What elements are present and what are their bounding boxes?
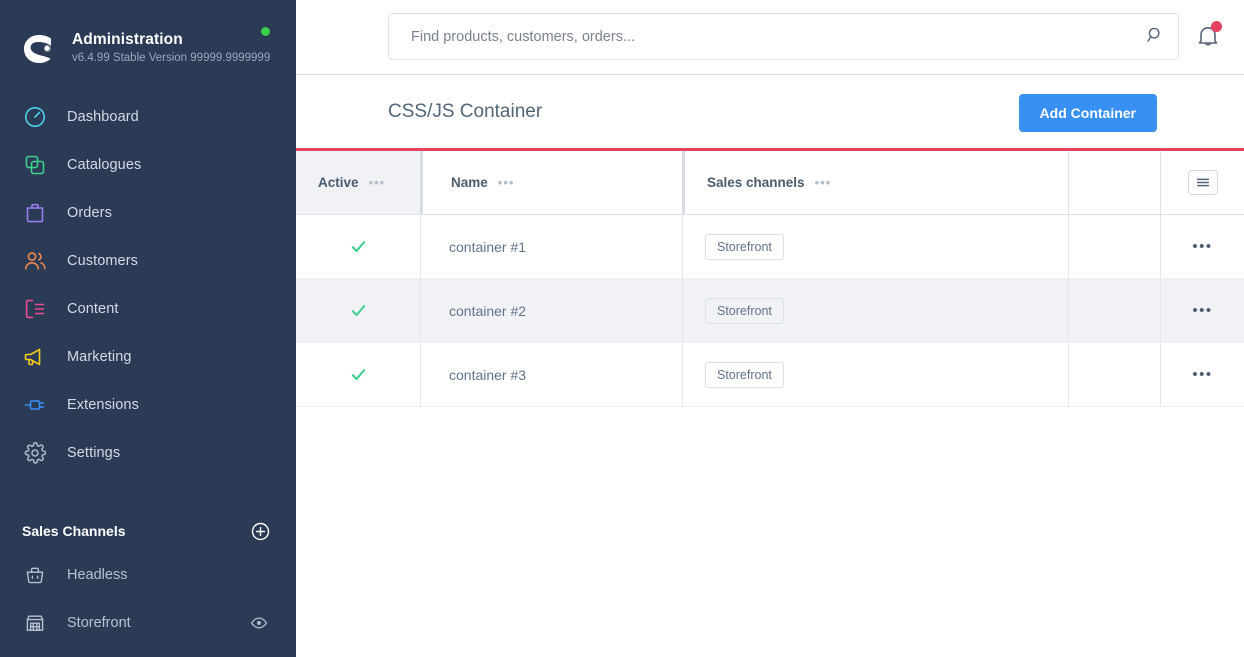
column-header-settings — [1160, 151, 1244, 214]
column-menu-icon[interactable]: ••• — [815, 175, 832, 190]
table-row[interactable]: container #3 Storefront ••• — [296, 343, 1244, 407]
sales-channel-item-storefront[interactable]: Storefront — [0, 599, 296, 647]
column-menu-icon[interactable]: ••• — [369, 175, 386, 190]
add-container-button[interactable]: Add Container — [1018, 94, 1157, 132]
sidebar-item-label: Customers — [67, 253, 138, 269]
status-online-dot — [261, 27, 270, 36]
cell-spacer — [1068, 343, 1160, 406]
column-label: Name — [451, 175, 488, 190]
cell-name: container #1 — [420, 215, 682, 278]
main-content: CSS/JS Container Add Container Active ••… — [296, 0, 1244, 657]
orders-icon — [22, 200, 48, 226]
column-label: Active — [318, 175, 359, 190]
container-name: container #3 — [449, 366, 527, 383]
table-row[interactable]: container #2 Storefront ••• — [296, 279, 1244, 343]
sidebar-item-catalogues[interactable]: Catalogues — [0, 141, 296, 189]
cell-row-menu[interactable]: ••• — [1160, 215, 1244, 278]
cell-row-menu[interactable]: ••• — [1160, 279, 1244, 342]
notifications-button[interactable] — [1191, 19, 1225, 53]
sales-channel-label: Storefront — [67, 615, 131, 631]
column-header-spacer — [1068, 151, 1160, 214]
marketing-icon — [22, 344, 48, 370]
page-header: CSS/JS Container Add Container — [296, 75, 1244, 148]
row-context-menu-icon[interactable]: ••• — [1192, 302, 1212, 319]
catalogues-icon — [22, 152, 48, 178]
column-header-active[interactable]: Active ••• — [296, 151, 420, 214]
sales-channel-badge: Storefront — [705, 361, 784, 388]
cell-sales-channels: Storefront — [682, 215, 1068, 278]
checkmark-icon — [350, 302, 367, 319]
column-menu-icon[interactable]: ••• — [498, 175, 515, 190]
notification-badge — [1211, 21, 1222, 32]
sidebar-nav: Dashboard Catalogues Orders Customers Co… — [0, 93, 296, 477]
cell-sales-channels: Storefront — [682, 343, 1068, 406]
basket-icon — [24, 564, 46, 586]
sidebar-item-label: Catalogues — [67, 157, 142, 173]
sidebar-item-label: Extensions — [67, 397, 139, 413]
list-settings-icon[interactable] — [1187, 170, 1218, 195]
dashboard-icon — [22, 104, 48, 130]
sidebar-item-orders[interactable]: Orders — [0, 189, 296, 237]
cell-row-menu[interactable]: ••• — [1160, 343, 1244, 406]
sidebar-item-settings[interactable]: Settings — [0, 429, 296, 477]
sidebar-item-marketing[interactable]: Marketing — [0, 333, 296, 381]
column-header-sales-channels[interactable]: Sales channels ••• — [682, 151, 1068, 214]
brand-version: v6.4.99 Stable Version 99999.9999999 — [72, 52, 271, 64]
search-bar[interactable] — [388, 13, 1158, 60]
search-button[interactable] — [1132, 13, 1179, 60]
sales-channels-header: Sales Channels — [0, 511, 296, 551]
shopware-logo-icon — [22, 32, 56, 66]
column-label: Sales channels — [707, 175, 805, 190]
cell-spacer — [1068, 215, 1160, 278]
top-bar — [296, 0, 1244, 75]
container-name: container #1 — [449, 238, 527, 255]
row-context-menu-icon[interactable]: ••• — [1192, 366, 1212, 383]
sidebar-item-label: Marketing — [67, 349, 132, 365]
table-body: container #1 Storefront ••• container #2… — [296, 215, 1244, 407]
cell-active — [296, 215, 420, 278]
brand-title: Administration — [72, 31, 183, 48]
column-header-name[interactable]: Name ••• — [420, 151, 682, 214]
search-input[interactable] — [389, 14, 1089, 59]
sidebar: Administration v6.4.99 Stable Version 99… — [0, 0, 296, 657]
sales-channels-title: Sales Channels — [22, 523, 126, 539]
search-icon — [1146, 25, 1165, 49]
cell-spacer — [1068, 279, 1160, 342]
container-name: container #2 — [449, 302, 527, 319]
sidebar-item-dashboard[interactable]: Dashboard — [0, 93, 296, 141]
sidebar-item-extensions[interactable]: Extensions — [0, 381, 296, 429]
sidebar-item-label: Content — [67, 301, 119, 317]
brand-header: Administration v6.4.99 Stable Version 99… — [0, 0, 296, 78]
app-root: Administration v6.4.99 Stable Version 99… — [0, 0, 1244, 657]
extensions-icon — [22, 392, 48, 418]
row-context-menu-icon[interactable]: ••• — [1192, 238, 1212, 255]
sidebar-item-content[interactable]: Content — [0, 285, 296, 333]
checkmark-icon — [350, 366, 367, 383]
sidebar-item-customers[interactable]: Customers — [0, 237, 296, 285]
sidebar-item-label: Dashboard — [67, 109, 139, 125]
content-icon — [22, 296, 48, 322]
customers-icon — [22, 248, 48, 274]
table-header-row: Active ••• Name ••• Sales channels ••• — [296, 151, 1244, 215]
settings-gear-icon — [22, 440, 48, 466]
store-icon — [24, 612, 46, 634]
bell-icon — [1191, 27, 1225, 57]
sidebar-item-label: Settings — [67, 445, 121, 461]
checkmark-icon — [350, 238, 367, 255]
sales-channel-item-headless[interactable]: Headless — [0, 551, 296, 599]
cell-active — [296, 343, 420, 406]
sales-channel-label: Headless — [67, 567, 128, 583]
containers-table: Active ••• Name ••• Sales channels ••• c… — [296, 148, 1244, 407]
sales-channel-badge: Storefront — [705, 233, 784, 260]
eye-icon[interactable] — [250, 614, 268, 632]
sidebar-item-label: Orders — [67, 205, 112, 221]
sales-channel-badge: Storefront — [705, 297, 784, 324]
page-title: CSS/JS Container — [388, 100, 543, 122]
cell-sales-channels: Storefront — [682, 279, 1068, 342]
cell-name: container #2 — [420, 279, 682, 342]
plus-circle-icon[interactable] — [251, 522, 270, 541]
cell-name: container #3 — [420, 343, 682, 406]
cell-active — [296, 279, 420, 342]
table-row[interactable]: container #1 Storefront ••• — [296, 215, 1244, 279]
